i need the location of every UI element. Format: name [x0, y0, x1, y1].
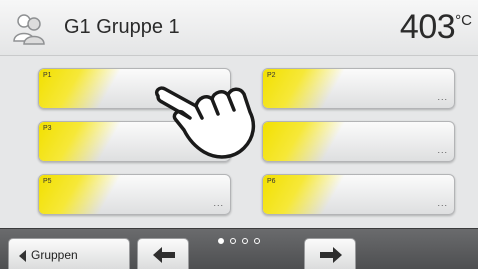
header-bar: G1 Gruppe 1 403°C [0, 0, 478, 56]
program-button-6[interactable]: P6 ... [262, 174, 455, 215]
back-button-label: Gruppen [31, 248, 78, 262]
pointing-hand-icon [154, 86, 256, 159]
next-page-button[interactable] [304, 238, 356, 269]
page-dot-1 [218, 238, 224, 244]
program-button-4[interactable]: ... [262, 121, 455, 162]
more-indicator: ... [437, 92, 448, 102]
program-label: P6 [267, 178, 276, 185]
temperature-unit: °C [455, 12, 472, 29]
previous-page-button[interactable] [137, 238, 189, 269]
program-label: P5 [43, 178, 52, 185]
program-button-5[interactable]: P5 ... [38, 174, 231, 215]
more-indicator: ... [437, 198, 448, 208]
temperature-display: 403°C [400, 8, 472, 48]
program-label: P3 [43, 125, 52, 132]
more-indicator: ... [437, 145, 448, 155]
program-screen: G1 Gruppe 1 403°C P1 P2 ... P3 ... P5 ..… [0, 0, 478, 269]
arrow-left-icon [153, 247, 175, 263]
group-title: G1 Gruppe 1 [64, 16, 180, 38]
temperature-value: 403 [399, 8, 456, 46]
footer-bar: Gruppen [0, 228, 478, 269]
program-label: P1 [43, 72, 52, 79]
page-dot-4 [254, 238, 260, 244]
users-icon[interactable] [12, 11, 46, 45]
program-button-2[interactable]: P2 ... [262, 68, 455, 109]
more-indicator: ... [213, 198, 224, 208]
arrow-right-icon [320, 247, 342, 263]
page-dot-3 [242, 238, 248, 244]
back-to-groups-button[interactable]: Gruppen [8, 238, 130, 269]
triangle-left-icon [19, 250, 26, 262]
page-dot-2 [230, 238, 236, 244]
